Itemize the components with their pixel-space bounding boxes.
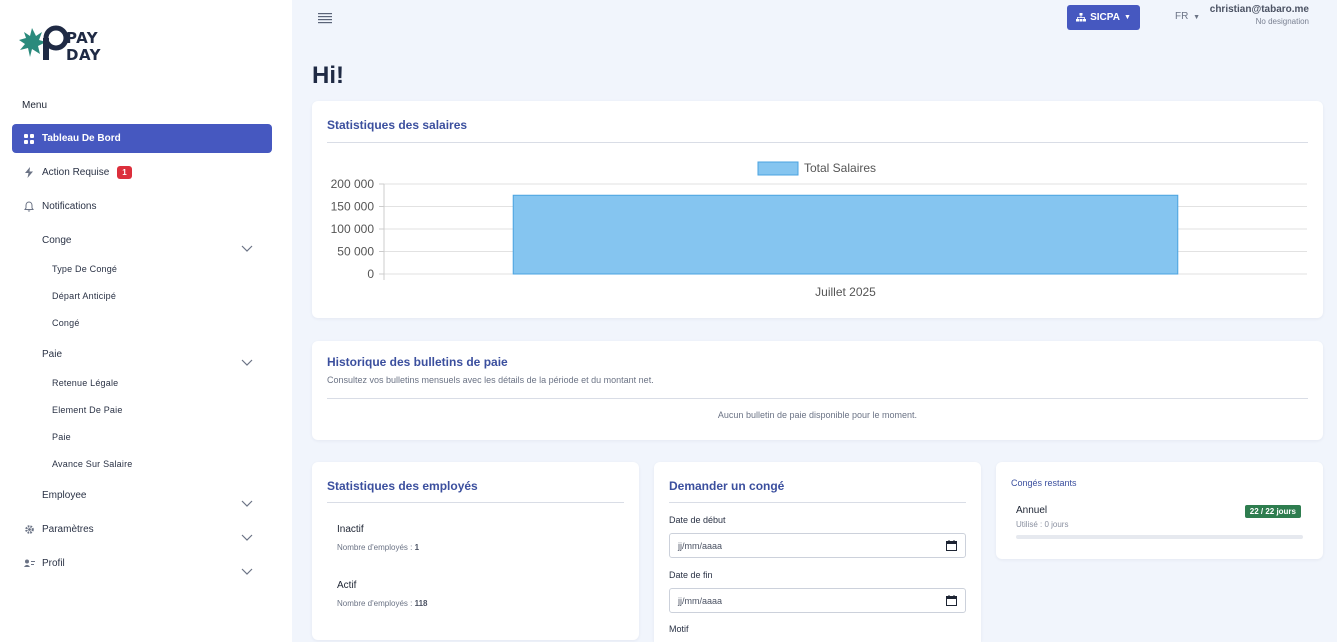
sidebar-subitem-depart-anticipe[interactable]: Départ Anticipé xyxy=(52,291,116,301)
grid-icon xyxy=(22,132,36,146)
sidebar-item-notifications[interactable]: Notifications xyxy=(12,192,272,221)
y-tick-label: 200 000 xyxy=(331,177,375,191)
reason-label: Motif xyxy=(669,624,689,634)
sidebar-section-paie[interactable]: Paie xyxy=(42,349,62,360)
end-date-input[interactable]: jj/mm/aaaa xyxy=(669,588,966,613)
chevron-down-icon[interactable] xyxy=(241,497,253,509)
end-date-label: Date de fin xyxy=(669,570,713,580)
card-title: Historique des bulletins de paie xyxy=(327,355,508,369)
sidebar-subitem-avance-salaire[interactable]: Avance Sur Salaire xyxy=(52,459,132,469)
greeting-heading: Hi! xyxy=(312,62,344,89)
bell-icon xyxy=(22,200,36,214)
card-title: Demander un congé xyxy=(669,479,785,493)
x-tick-label: Juillet 2025 xyxy=(815,285,876,299)
chevron-down-icon[interactable] xyxy=(241,531,253,543)
y-tick-label: 100 000 xyxy=(331,222,375,236)
sidebar-subitem-retenue-legale[interactable]: Retenue Légale xyxy=(52,378,118,388)
sidebar-item-label: Profil xyxy=(42,558,65,569)
language-selector[interactable]: FR ▼ xyxy=(1175,11,1200,22)
sidebar-item-label: Tableau De Bord xyxy=(42,133,121,144)
user-designation: No designation xyxy=(1255,17,1309,26)
employee-count: Nombre d'employés : 1 xyxy=(337,543,420,552)
divider xyxy=(669,502,966,503)
leave-balance-badge: 22 / 22 jours xyxy=(1244,505,1301,518)
card-title: Statistiques des employés xyxy=(327,479,478,493)
sidebar-item-label: Action Requise xyxy=(42,167,110,178)
employee-stats-card: Statistiques des employés Inactif Nombre… xyxy=(312,462,639,640)
sidebar-section-conge[interactable]: Conge xyxy=(42,235,71,246)
user-email[interactable]: christian@tabaro.me xyxy=(1210,4,1309,15)
chevron-down-icon[interactable] xyxy=(241,242,253,254)
leave-request-card: Demander un congé Date de début jj/mm/aa… xyxy=(654,462,981,642)
sidebar-item-action-required[interactable]: Action Requise 1 xyxy=(12,158,272,187)
divider xyxy=(327,502,624,503)
leave-used: Utilisé : 0 jours xyxy=(1016,520,1069,529)
sidebar: PAY DAY Menu Tableau De Bord Action Requ… xyxy=(0,0,292,642)
divider xyxy=(327,398,1308,399)
salary-bar xyxy=(512,194,1179,275)
action-count-badge: 1 xyxy=(117,166,132,179)
sidebar-section-employee[interactable]: Employee xyxy=(42,490,86,501)
employee-status-label: Actif xyxy=(337,580,357,591)
legend-label: Total Salaires xyxy=(804,161,876,175)
user-card-icon xyxy=(22,557,36,571)
sidebar-subitem-conge[interactable]: Congé xyxy=(52,318,80,328)
leave-progress-bar xyxy=(1016,535,1303,539)
sidebar-item-profil[interactable]: Profil xyxy=(12,549,272,578)
y-tick-label: 150 000 xyxy=(331,200,375,214)
date-placeholder: jj/mm/aaaa xyxy=(678,595,723,606)
organization-dropdown-button[interactable]: SICPA ▼ xyxy=(1067,5,1140,30)
sidebar-subitem-type-conge[interactable]: Type De Congé xyxy=(52,264,117,274)
language-label: FR xyxy=(1175,11,1189,22)
salary-stats-card: Statistiques des salaires Total Salaires… xyxy=(312,101,1323,318)
y-tick-label: 0 xyxy=(367,267,374,281)
sidebar-item-parametres[interactable]: Paramètres xyxy=(12,515,272,544)
start-date-input[interactable]: jj/mm/aaaa xyxy=(669,533,966,558)
chevron-down-icon[interactable] xyxy=(241,565,253,577)
sidebar-subitem-element-paie[interactable]: Element De Paie xyxy=(52,405,123,415)
calendar-icon[interactable] xyxy=(946,595,957,606)
calendar-icon[interactable] xyxy=(946,540,957,551)
salary-bar-chart: Total Salaires 200 000 150 000 100 000 50 0… xyxy=(331,161,1307,299)
org-chart-icon xyxy=(1076,13,1087,22)
employee-count-value: 118 xyxy=(414,599,428,608)
logo-wordmark: PAY DAY xyxy=(66,29,101,64)
payslip-history-card: Historique des bulletins de paie Consult… xyxy=(312,341,1323,440)
hamburger-menu-icon[interactable] xyxy=(318,12,332,24)
sidebar-item-dashboard[interactable]: Tableau De Bord xyxy=(12,124,272,153)
sidebar-item-label: Notifications xyxy=(42,201,97,212)
y-tick-label: 50 000 xyxy=(337,245,374,259)
menu-heading: Menu xyxy=(22,100,48,111)
card-subtitle: Consultez vos bulletins mensuels avec le… xyxy=(327,375,654,385)
start-date-label: Date de début xyxy=(669,515,726,525)
leave-type: Annuel xyxy=(1016,505,1048,516)
employee-count-value: 1 xyxy=(414,543,420,552)
legend-swatch xyxy=(757,161,799,176)
chevron-down-icon[interactable] xyxy=(241,356,253,368)
caret-down-icon: ▼ xyxy=(1193,14,1201,21)
sidebar-item-label: Paramètres xyxy=(42,524,94,535)
sidebar-subitem-paie[interactable]: Paie xyxy=(52,432,71,442)
organization-label: SICPA xyxy=(1090,12,1120,23)
gear-icon xyxy=(22,523,36,537)
employee-status-label: Inactif xyxy=(337,524,364,535)
card-title: Congés restants xyxy=(1011,478,1077,488)
employee-count: Nombre d'employés : 118 xyxy=(337,599,428,608)
empty-state-message: Aucun bulletin de paie disponible pour l… xyxy=(717,410,918,420)
bolt-icon xyxy=(22,166,36,180)
caret-down-icon: ▼ xyxy=(1123,14,1131,21)
remaining-leave-card: Congés restants Annuel Utilisé : 0 jours… xyxy=(996,462,1323,559)
date-placeholder: jj/mm/aaaa xyxy=(678,540,723,551)
